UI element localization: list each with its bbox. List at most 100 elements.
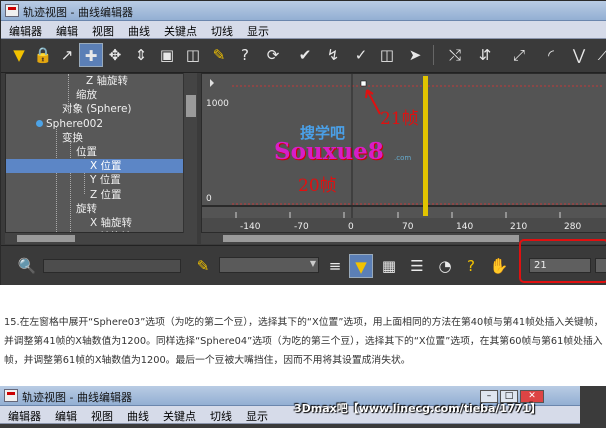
scale-values-icon[interactable]: ▣ [155,43,179,67]
menu-tangents[interactable]: 切线 [203,21,239,39]
scroll-thumb[interactable] [223,235,519,242]
tree-item[interactable]: Z 轴旋转 [6,74,184,88]
reduce-keys-icon[interactable]: ⟳ [261,43,285,67]
tangent-auto-icon[interactable]: ⤭ [443,43,467,67]
list-icon[interactable]: ≡ [323,254,347,278]
left-arrow-icon[interactable] [210,79,214,87]
tree-item-label: X 轴旋转 [90,217,133,229]
curve-editor-window: 轨迹视图 - 曲线编辑器 编辑器 编辑 视图 曲线 关键点 切线 显示 ▼ 🔒 … [0,0,606,285]
tree-vertical-scrollbar[interactable] [183,73,197,233]
watermark-logo-main: Souxue8 [274,138,384,165]
menu-view[interactable]: 视图 [84,21,120,39]
tangent-fast-icon[interactable]: ⤢ [507,43,531,67]
instruction-paragraph: 15.在左窗格中展开“Sphere03”选项（为吃的第二个豆），选择其下的“X位… [4,317,604,367]
filter-selected-icon[interactable]: ▼ [349,254,373,278]
toolbar [0,424,580,428]
snap-icon[interactable]: ↗ [55,43,79,67]
y-label-0: 0 [206,194,212,204]
scroll-thumb[interactable] [17,235,75,242]
menu-display[interactable]: 显示 [239,21,275,39]
tree-item-label: 旋转 [76,202,97,215]
status-bar: 🔍 ✎ ▼ ≡ ▼ ▦ ☰ ◔ ? ✋ [1,245,606,285]
question-key-icon[interactable]: ? [459,254,483,278]
tree-item-label: 位置 [76,146,97,158]
scale-keys-icon[interactable]: ⇕ [129,43,153,67]
menu-edit[interactable]: 编辑 [48,21,84,39]
menu-edit[interactable]: 编辑 [47,406,83,424]
tree-item[interactable]: X 位置 [6,159,184,174]
app-icon [5,4,19,17]
menu-view[interactable]: 视图 [83,406,119,424]
key-paste-icon[interactable]: ◫ [375,43,399,67]
y-label-1000: 1000 [206,99,229,109]
tree-item-label: X 位置 [90,160,122,173]
tree-horizontal-scrollbar[interactable] [5,233,197,244]
filter-icon[interactable]: ▼ [7,43,31,67]
watermark-logo-small: .com [394,154,412,162]
zoom-icon[interactable]: 🔍 [15,254,39,278]
frame-icon[interactable]: ▦ [377,254,401,278]
scroll-thumb[interactable] [186,95,196,117]
value-field[interactable] [595,258,606,273]
tree-item[interactable]: 对象 (Sphere) [6,102,184,116]
menu-keys[interactable]: 关键点 [155,406,202,424]
ruler-tick-label: -140 [240,222,261,232]
menu-tangents[interactable]: 切线 [202,406,238,424]
tree-item-label: 变换 [62,131,83,144]
add-keys-icon[interactable]: ? [233,43,257,67]
watermark-text: 3Dmax吧【www.linecg.com/tieba/1771】 [294,402,542,415]
ruler-tick-label: 140 [456,222,473,232]
draw-curves-icon[interactable]: ✎ [207,43,231,67]
ruler-tick-label: 210 [510,222,527,232]
key-point[interactable] [360,80,367,87]
brush-icon[interactable]: ✎ [191,254,215,278]
window-title: 轨迹视图 - 曲线编辑器 [22,391,132,404]
layers-icon[interactable]: ☰ [405,254,429,278]
menu-editor[interactable]: 编辑器 [0,406,47,424]
selection-dropdown[interactable]: ▼ [219,257,319,273]
menu-display[interactable]: 显示 [238,406,274,424]
menu-keys[interactable]: 关键点 [156,21,203,39]
tree-item[interactable]: Sphere002 [6,117,184,131]
menu-curves[interactable]: 曲线 [120,21,156,39]
tangent-spline-icon[interactable]: ⇵ [473,43,497,67]
annotation-20-frame: 20帧 [298,176,337,196]
tree-item[interactable]: 位置 [6,145,184,159]
tree-item[interactable]: 缩放 [6,88,184,102]
tree-item[interactable]: Z 位置 [6,188,184,202]
tree-item[interactable]: 旋转 [6,202,184,216]
menu-curves[interactable]: 曲线 [119,406,155,424]
chevron-down-icon: ▼ [309,259,316,268]
ruler-tick-label: -70 [294,222,309,232]
tree-item[interactable]: X 轴旋转 [6,216,184,230]
curve-graph[interactable]: -140 -70 0 70 140 210 280 1000 0 21帧 20帧 搜学吧 S… [201,73,606,233]
time-slider-line[interactable] [423,76,428,216]
frame-field[interactable]: 21 [529,258,591,273]
lock-icon[interactable]: 🔒 [31,43,55,67]
move-keys-icon[interactable]: ✚ [79,43,103,67]
clock-icon[interactable]: ◔ [433,254,457,278]
ruler-tick-label: 70 [402,222,414,232]
menu-editor[interactable]: 编辑器 [1,21,48,39]
tree-item-label: Z 轴旋转 [86,75,129,87]
menu-bar: 编辑器 编辑 视图 曲线 关键点 切线 显示 [1,21,606,39]
tree-item[interactable]: Y 位置 [6,173,184,187]
tangent-slow-icon[interactable]: ◜ [539,43,563,67]
tree-item[interactable]: 变换 [6,131,184,145]
key-copy-icon[interactable]: ✓ [349,43,373,67]
select-icon[interactable]: ➤ [403,43,427,67]
key-check-icon[interactable]: ✔ [293,43,317,67]
tree-item-label: Sphere002 [46,117,104,130]
title-bar: 轨迹视图 - 曲线编辑器 [1,1,606,21]
region-icon[interactable]: ◫ [181,43,205,67]
name-field[interactable] [43,259,181,273]
tangent-step-icon[interactable]: ⋁ [567,43,591,67]
hand-icon[interactable]: ✋ [487,254,511,278]
tree-item-label: 缩放 [76,89,97,102]
ruler-tick-label: 280 [564,222,581,232]
snap-frames-icon[interactable]: ↯ [321,43,345,67]
main-toolbar: ▼ 🔒 ↗ ✚ ✥ ⇕ ▣ ◫ ✎ ? ⟳ ✔ ↯ ✓ ◫ ➤ ⤭ ⇵ ⤢ ◜ … [1,39,606,73]
tangent-linear-icon[interactable]: ⟋ [591,43,606,67]
slide-icon[interactable]: ✥ [103,43,127,67]
controller-tree[interactable]: Z 轴旋转缩放 对象 (Sphere) Sphere002 变换位置 X 位置 Y 位置 Z… [5,73,197,233]
